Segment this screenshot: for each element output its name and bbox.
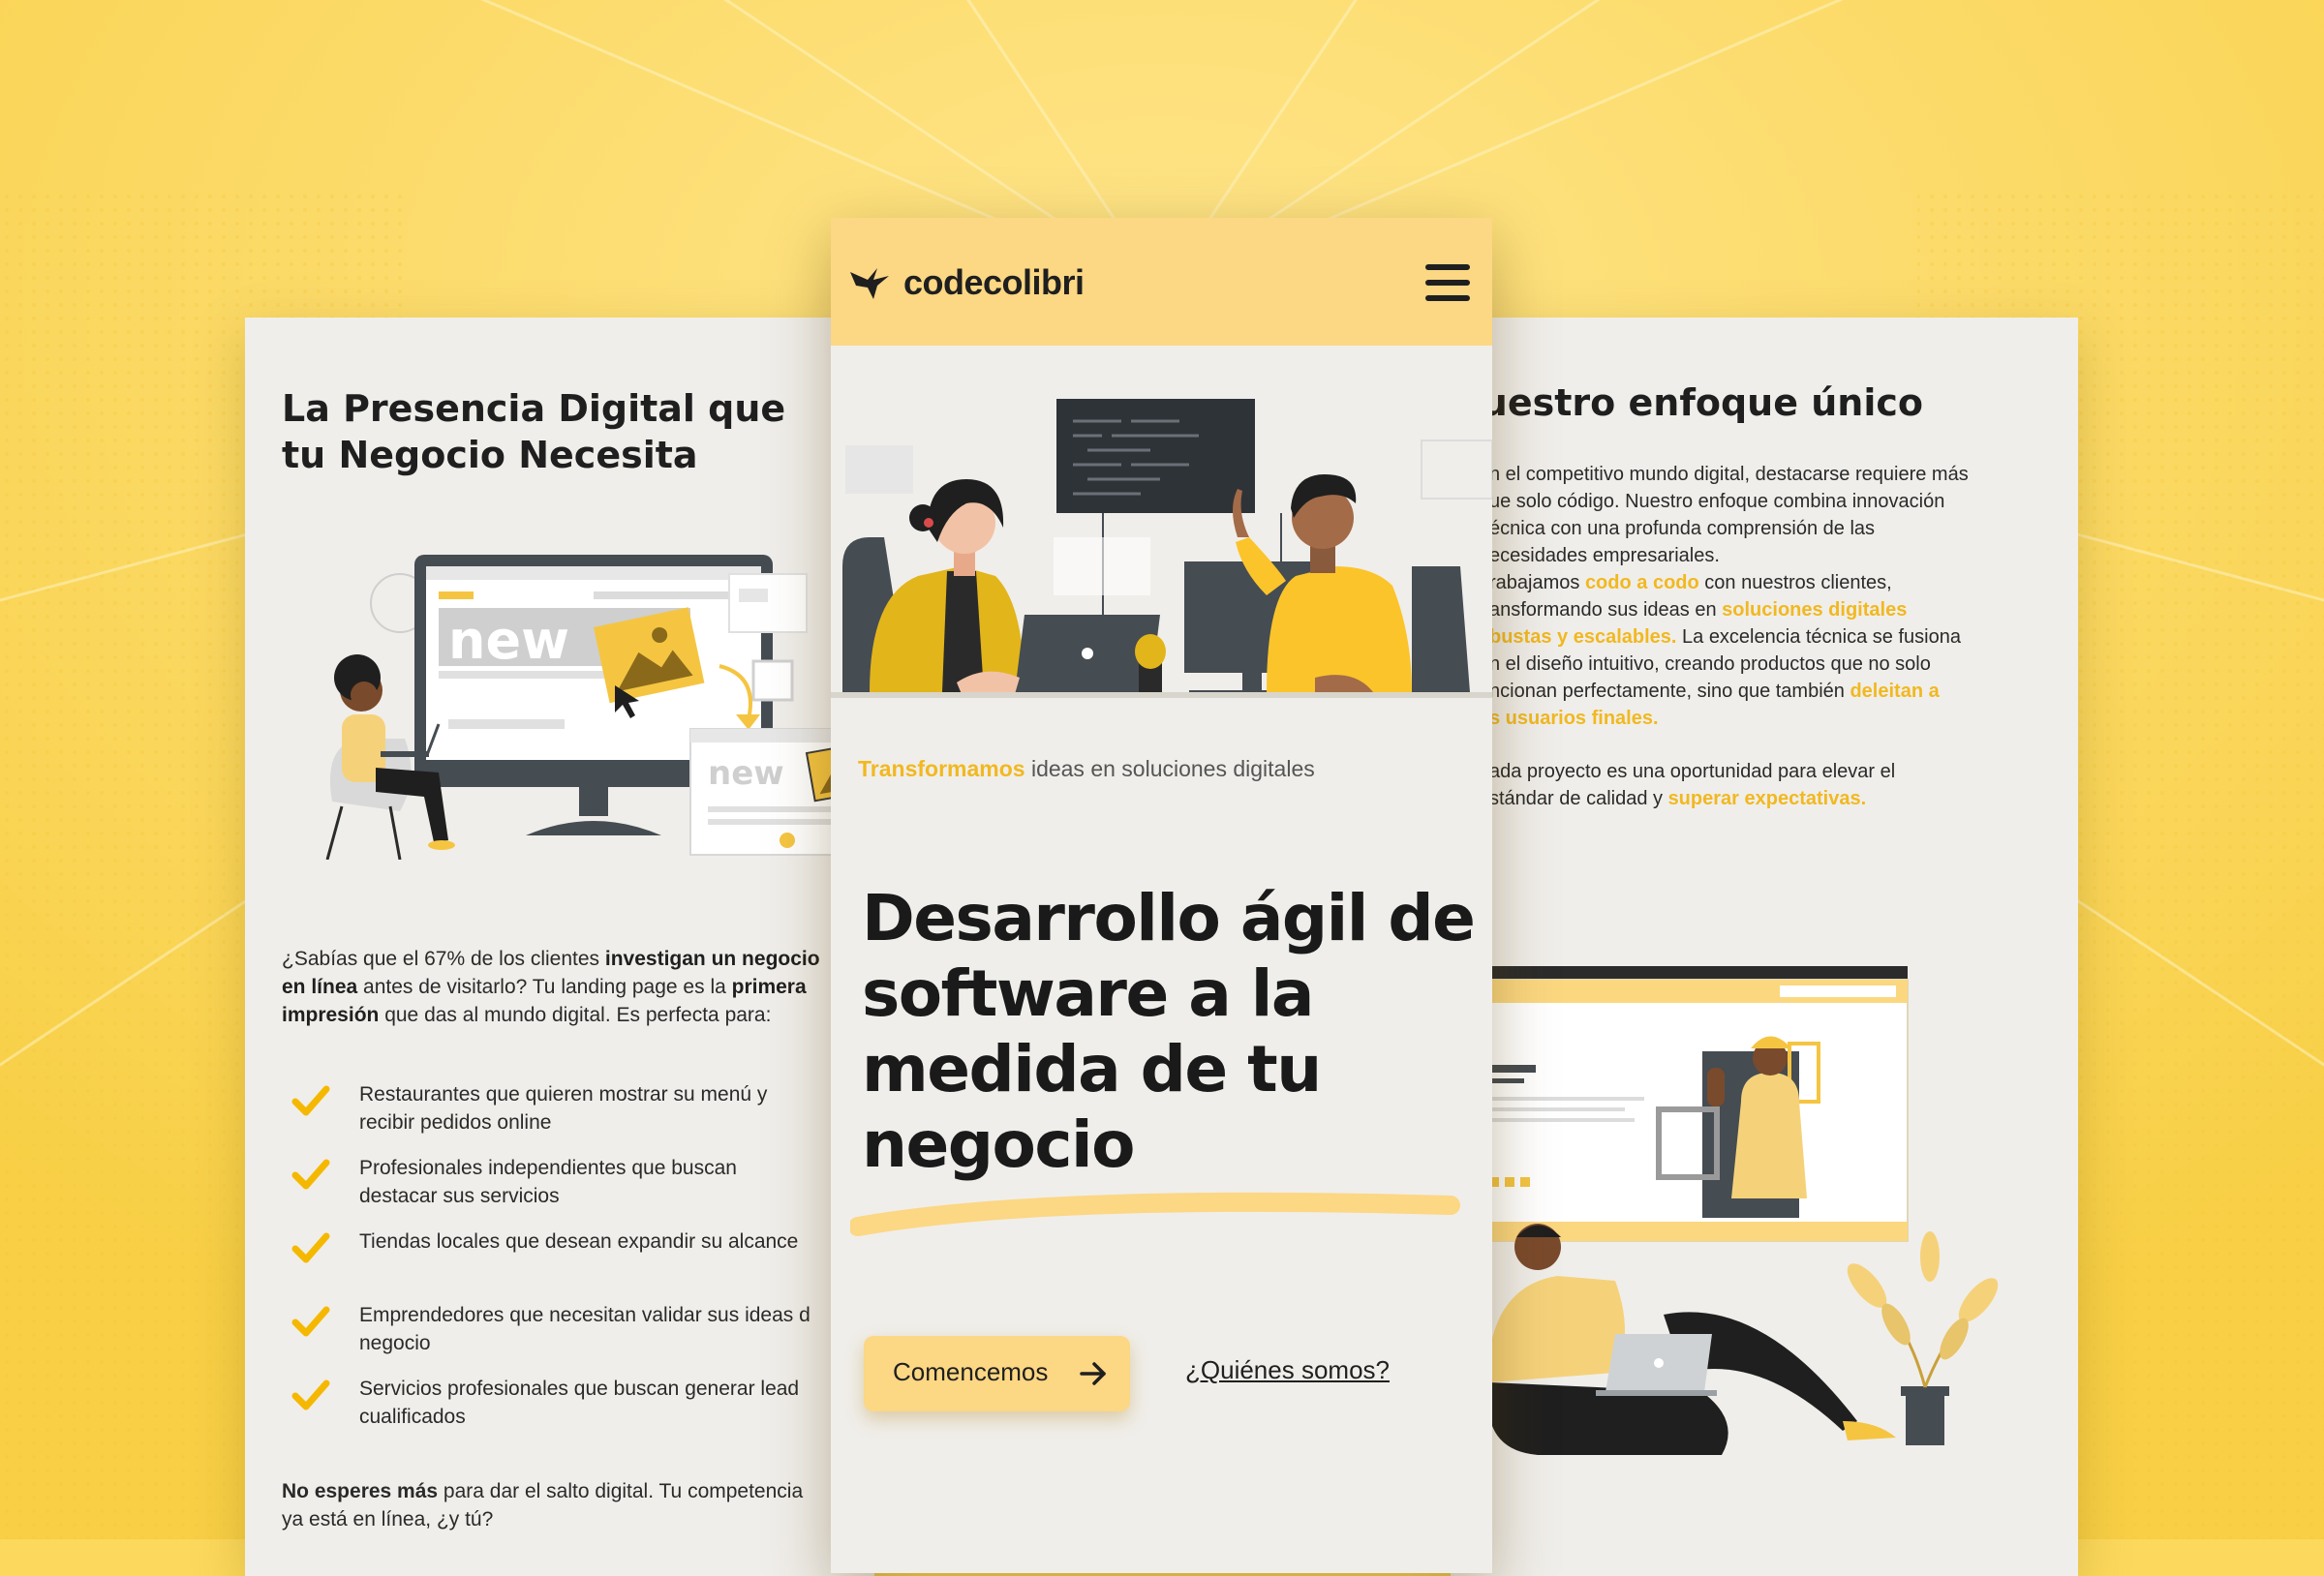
paragraph-text: rabajamos: [1489, 572, 1585, 593]
paragraph-text: n el competitivo mundo digital, destacar…: [1489, 464, 1969, 485]
cta-label: Comencemos: [893, 1357, 1049, 1386]
intro-part: que das al mundo digital. Es perfecta pa…: [379, 1004, 772, 1026]
check-icon: [291, 1159, 330, 1190]
highlight-text: soluciones digitales: [1722, 599, 1908, 621]
paragraph-text: ue solo código. Nuestro enfoque combina …: [1489, 491, 1945, 512]
new-website-illustration: new new: [325, 555, 874, 860]
list-item-line: Profesionales independientes que buscan: [359, 1157, 737, 1179]
quienes-somos-link[interactable]: ¿Quiénes somos?: [1185, 1355, 1390, 1385]
right-paragraph: ada proyecto es una oportunidad para ele…: [1489, 758, 2032, 812]
check-icon: [291, 1306, 330, 1337]
illustration-new-label-2: new: [708, 754, 784, 793]
list-item-line: cualificados: [359, 1406, 466, 1428]
right-paragraph: rabajamos codo a codo con nuestros clien…: [1489, 569, 2032, 732]
list-item-line: Servicios profesionales que buscan gener…: [359, 1378, 800, 1400]
intro-part: ¿Sabías que el 67% de los clientes: [282, 948, 605, 970]
paragraph-text: con nuestros clientes,: [1698, 572, 1892, 593]
right-page-preview: Nuestro enfoque único n el competitivo m…: [1451, 318, 2078, 1576]
paragraph-text: ecesidades empresariales.: [1489, 545, 1720, 566]
check-icon: [291, 1232, 330, 1263]
hummingbird-icon[interactable]: [848, 262, 891, 301]
list-item-line: negocio: [359, 1332, 431, 1354]
arrow-right-icon: [1080, 1362, 1106, 1385]
paragraph-text: ansformando sus ideas en: [1489, 599, 1723, 621]
list-item-line: Restaurantes que quieren mostrar su menú…: [359, 1083, 768, 1106]
brush-underline: [850, 1192, 1460, 1236]
highlight-text: s usuarios finales.: [1489, 708, 1659, 729]
paragraph-text: ncionan perfectamente, sino que también: [1489, 681, 1850, 702]
hero-tagline: Transformamos ideas en soluciones digita…: [858, 756, 1315, 782]
comencemos-button[interactable]: Comencemos: [864, 1336, 1130, 1411]
paragraph-text: stándar de calidad y: [1489, 788, 1668, 809]
list-item-line: Emprendedores que necesitan validar sus …: [359, 1304, 810, 1326]
paragraph-text: n el diseño intuitivo, creando productos…: [1489, 653, 1931, 675]
list-item-line: recibir pedidos online: [359, 1111, 552, 1134]
illustration-new-label: new: [448, 610, 569, 671]
tagline-accent: Transformamos: [858, 756, 1025, 781]
video-call-illustration: [1465, 966, 1999, 1455]
outro-bold: No esperes más: [282, 1480, 439, 1502]
mobile-homepage: codecolibri Transformamos ideas en soluc…: [831, 218, 1492, 1573]
hero-headline: Desarrollo ágil de software a la medida …: [862, 881, 1476, 1182]
developers-hero-illustration: [831, 399, 1492, 698]
left-page-title: La Presencia Digital que tu Negocio Nece…: [282, 387, 786, 476]
check-icon: [291, 1085, 330, 1116]
tagline-rest: ideas en soluciones digitales: [1024, 756, 1315, 781]
left-intro-paragraph: ¿Sabías que el 67% de los clientes inves…: [282, 945, 824, 1029]
left-outro-paragraph: No esperes más para dar el salto digital…: [282, 1477, 863, 1533]
brand-name[interactable]: codecolibri: [903, 262, 1085, 303]
highlight-text: deleitan a: [1850, 681, 1940, 702]
left-page-preview: La Presencia Digital que tu Negocio Nece…: [245, 318, 874, 1576]
outro-text: para dar el salto digital. Tu competenci…: [438, 1480, 804, 1502]
list-item-line: destacar sus servicios: [359, 1185, 560, 1207]
paragraph-text: La excelencia técnica se fusiona: [1676, 626, 1961, 648]
right-paragraph: n el competitivo mundo digital, destacar…: [1489, 461, 2032, 569]
intro-part: antes de visitarlo? Tu landing page es l…: [357, 976, 732, 998]
hamburger-menu-icon[interactable]: [1423, 262, 1472, 303]
paragraph-text: écnica con una profunda comprensión de l…: [1489, 518, 1876, 539]
highlight-text: bustas y escalables.: [1489, 626, 1677, 648]
list-item-line: Tiendas locales que desean expandir su a…: [359, 1230, 799, 1253]
right-page-title: Nuestro enfoque único: [1451, 381, 1923, 424]
paragraph-text: ada proyecto es una oportunidad para ele…: [1489, 761, 1896, 782]
outro-text: ya está en línea, ¿y tú?: [282, 1508, 494, 1531]
check-icon: [291, 1379, 330, 1410]
highlight-text: superar expectativas.: [1667, 788, 1867, 809]
navbar: codecolibri: [831, 218, 1492, 346]
highlight-text: codo a codo: [1584, 572, 1699, 593]
